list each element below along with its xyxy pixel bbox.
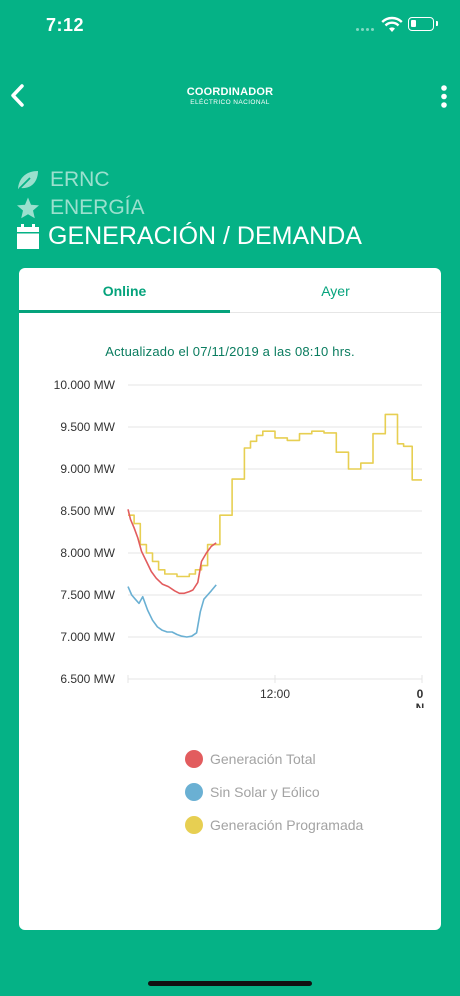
tab-online[interactable]: Online: [19, 268, 230, 312]
tab-bar: Online Ayer: [19, 268, 441, 313]
y-tick-label: 8.500 MW: [60, 504, 115, 518]
series-line-0: [127, 509, 217, 595]
x-tick-label: 12:00: [260, 687, 290, 701]
updated-timestamp: Actualizado el 07/11/2019 a las 08:10 hr…: [105, 344, 355, 359]
active-tab-indicator: [19, 310, 230, 313]
x-tick-label: 0: [417, 687, 424, 701]
chart-card: Online Ayer Actualizado el 07/11/2019 a …: [19, 268, 441, 930]
logo-line2: ELÉCTRICO NACIONAL: [190, 99, 270, 106]
y-tick-label: 8.000 MW: [60, 546, 115, 560]
home-indicator: [148, 981, 312, 986]
chart-legend: Generación Total Sin Solar y Eólico Gene…: [185, 742, 363, 841]
y-tick-label: 7.500 MW: [60, 588, 115, 602]
menu-item-label: GENERACIÓN / DEMANDA: [48, 222, 362, 250]
tab-ayer[interactable]: Ayer: [230, 268, 441, 312]
y-tick-label: 6.500 MW: [60, 672, 115, 686]
legend-item-generacion-programada[interactable]: Generación Programada: [185, 808, 363, 841]
menu-item-generacion-demanda[interactable]: GENERACIÓN / DEMANDA: [16, 222, 362, 251]
app-logo: COORDINADOR ELÉCTRICO NACIONAL: [0, 86, 460, 106]
more-options-icon[interactable]: [432, 82, 456, 112]
menu-item-energia[interactable]: ENERGÍA: [16, 196, 145, 220]
logo-line1: COORDINADOR: [186, 86, 274, 98]
menu-item-label: ENERGÍA: [50, 196, 145, 219]
wifi-icon: [381, 16, 403, 32]
legend-item-sin-solar-eolico[interactable]: Sin Solar y Eólico: [185, 775, 363, 808]
legend-dot: [185, 749, 203, 768]
demand-line-chart: 10.000 MW 9.500 MW 9.000 MW 8.500 MW 8.000 M…: [54, 378, 425, 708]
star-icon: [17, 197, 39, 219]
legend-label: Generación Total: [210, 750, 316, 767]
y-tick-label: 9.500 MW: [60, 420, 115, 434]
x-edge-label: N: [416, 701, 425, 708]
y-tick-label: 10.000 MW: [54, 378, 116, 392]
y-tick-label: 7.000 MW: [60, 630, 115, 644]
legend-dot: [185, 815, 203, 834]
status-time: 7:12: [46, 15, 85, 35]
status-bar: 7:12: [0, 0, 460, 50]
cellular-signal-icon: [356, 23, 376, 31]
leaf-icon: [18, 171, 38, 190]
legend-dot: [185, 782, 203, 801]
menu-item-ernc[interactable]: ERNC: [16, 168, 110, 192]
legend-label: Sin Solar y Eólico: [210, 783, 320, 800]
menu-item-label: ERNC: [50, 168, 110, 191]
nav-bar: COORDINADOR ELÉCTRICO NACIONAL: [0, 72, 460, 122]
legend-label: Generación Programada: [210, 816, 364, 833]
calendar-icon: [17, 223, 39, 249]
series-line-1: [127, 584, 217, 638]
battery-icon: [408, 17, 438, 31]
y-tick-label: 9.000 MW: [60, 462, 115, 476]
series-line-2: [128, 413, 422, 578]
legend-item-generacion-total[interactable]: Generación Total: [185, 742, 363, 775]
